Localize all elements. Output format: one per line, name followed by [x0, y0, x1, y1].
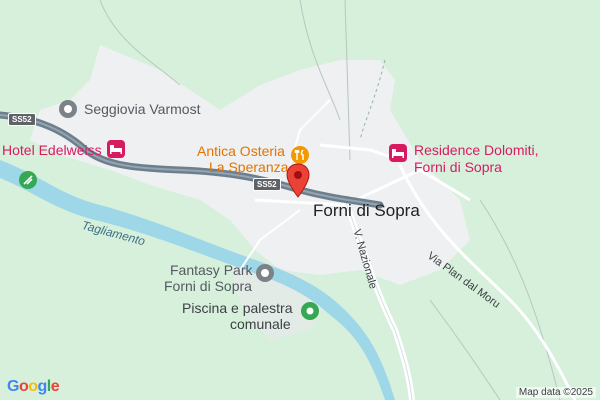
amusement-park-icon[interactable]	[255, 263, 275, 283]
piscina-label-line2[interactable]: comunale	[230, 316, 291, 332]
logo-letter: o	[18, 378, 29, 395]
fantasy-label-line1[interactable]: Fantasy Park	[170, 262, 252, 278]
map-canvas[interactable]	[0, 0, 600, 400]
ss52-shield-west: SS52	[8, 113, 36, 126]
piscina-label-line1[interactable]: Piscina e palestra	[182, 300, 293, 316]
map-view[interactable]: SS52 SS52 Seggiovia Varmost Hotel Edelwe…	[0, 0, 600, 400]
logo-letter: G	[7, 378, 19, 395]
seggiovia-label[interactable]: Seggiovia Varmost	[84, 101, 200, 117]
fantasy-label-line2[interactable]: Forni di Sopra	[164, 278, 252, 294]
cable-car-icon[interactable]	[58, 99, 78, 119]
google-logo[interactable]: Google	[7, 378, 60, 396]
logo-letter: g	[37, 378, 48, 395]
hotel-label[interactable]: Hotel Edelweiss	[2, 142, 102, 158]
osteria-label-line2[interactable]: La Speranza	[209, 159, 288, 175]
restaurant-icon[interactable]	[290, 145, 310, 165]
residence-label-line1[interactable]: Residence Dolomiti,	[414, 142, 539, 158]
sports-facility-icon[interactable]	[300, 301, 320, 321]
town-label[interactable]: Forni di Sopra	[313, 201, 420, 221]
residence-label-line2[interactable]: Forni di Sopra	[414, 159, 502, 175]
residence-bed-icon[interactable]	[388, 143, 408, 163]
map-attribution[interactable]: Map data ©2025	[515, 387, 596, 398]
hotel-bed-icon[interactable]	[106, 139, 126, 159]
osteria-label-line1[interactable]: Antica Osteria	[197, 143, 285, 159]
ss52-shield-center: SS52	[253, 178, 281, 191]
location-pin-icon[interactable]	[285, 163, 311, 199]
logo-letter: e	[50, 378, 60, 395]
park-icon[interactable]	[18, 170, 38, 190]
logo-letter: o	[28, 378, 38, 395]
